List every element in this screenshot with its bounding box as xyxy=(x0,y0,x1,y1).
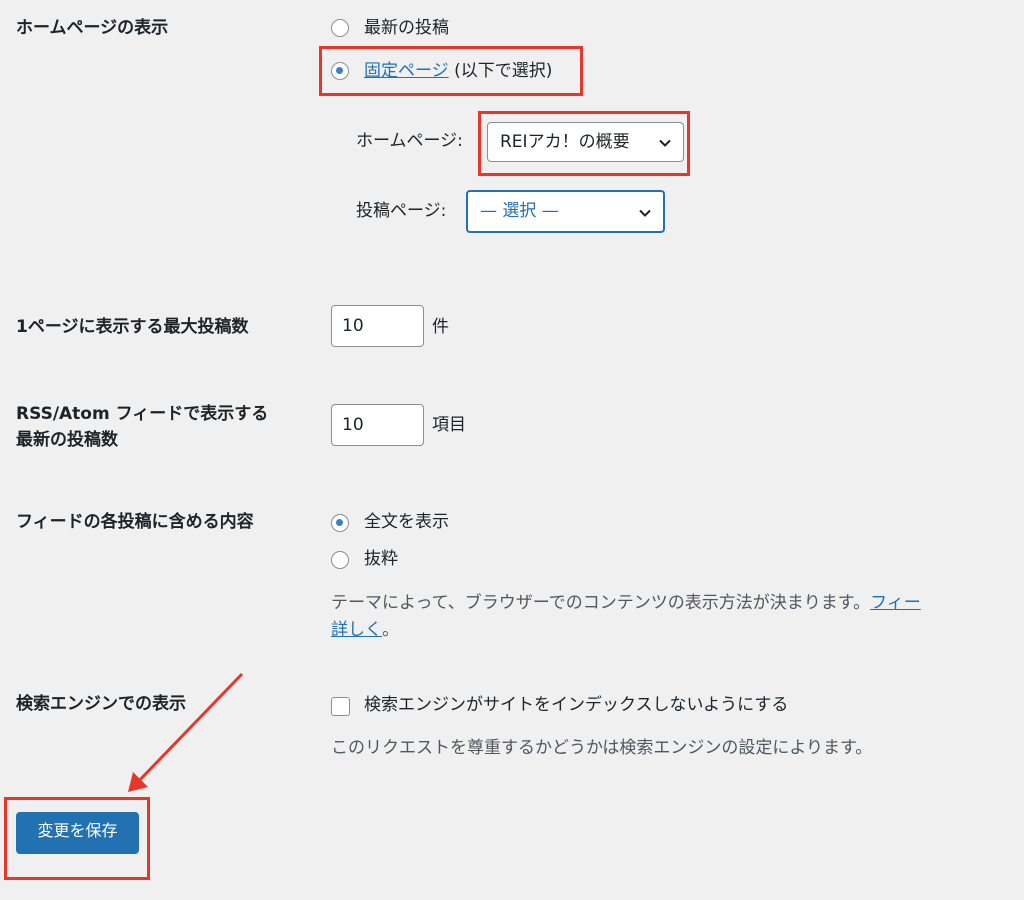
feed-more-line: 詳しく。 xyxy=(331,617,399,643)
radio-latest-posts[interactable] xyxy=(331,19,349,37)
learn-more-suffix: 。 xyxy=(382,620,399,640)
feed-description-link[interactable]: フィー xyxy=(870,593,921,613)
posts-per-page-input[interactable]: 10 xyxy=(331,305,424,347)
feed-content-description: テーマによって、ブラウザーでのコンテンツの表示方法が決まります。フィー xyxy=(331,590,921,616)
search-engine-description: このリクエストを尊重するかどうかは検索エンジンの設定によります。 xyxy=(331,738,873,758)
feed-content-label: フィードの各投稿に含める内容 xyxy=(16,512,254,532)
annotation-box-save-button xyxy=(4,797,150,880)
annotation-box-static-page xyxy=(319,46,583,96)
posts-page-select-value: — 選択 — xyxy=(480,201,559,221)
radio-excerpt[interactable] xyxy=(331,551,349,569)
posts-page-select[interactable]: — 選択 — xyxy=(466,190,665,233)
homepage-select-label: ホームページ: xyxy=(356,131,463,151)
annotation-box-homepage-select xyxy=(478,111,690,176)
learn-more-link[interactable]: 詳しく xyxy=(331,620,382,640)
posts-per-page-unit: 件 xyxy=(432,317,449,337)
option-full-text-label: 全文を表示 xyxy=(364,512,449,532)
noindex-checkbox[interactable] xyxy=(331,697,350,716)
noindex-checkbox-label: 検索エンジンがサイトをインデックスしないようにする xyxy=(364,695,789,715)
rss-items-unit: 項目 xyxy=(432,415,466,435)
rss-label-line1: RSS/Atom フィードで表示する xyxy=(16,404,269,424)
posts-per-page-label: 1ページに表示する最大投稿数 xyxy=(16,317,249,337)
annotation-arrow-icon xyxy=(128,672,244,792)
option-excerpt-label: 抜粋 xyxy=(364,549,398,569)
rss-label-line2: 最新の投稿数 xyxy=(16,430,118,450)
feed-description-text: テーマによって、ブラウザーでのコンテンツの表示方法が決まります。 xyxy=(331,593,871,613)
radio-full-text[interactable] xyxy=(331,514,349,532)
option-latest-posts-label: 最新の投稿 xyxy=(364,18,449,38)
posts-page-label: 投稿ページ: xyxy=(356,201,447,221)
homepage-display-label: ホームページの表示 xyxy=(16,18,169,38)
chevron-down-icon xyxy=(639,209,651,217)
rss-items-input[interactable]: 10 xyxy=(331,404,424,446)
